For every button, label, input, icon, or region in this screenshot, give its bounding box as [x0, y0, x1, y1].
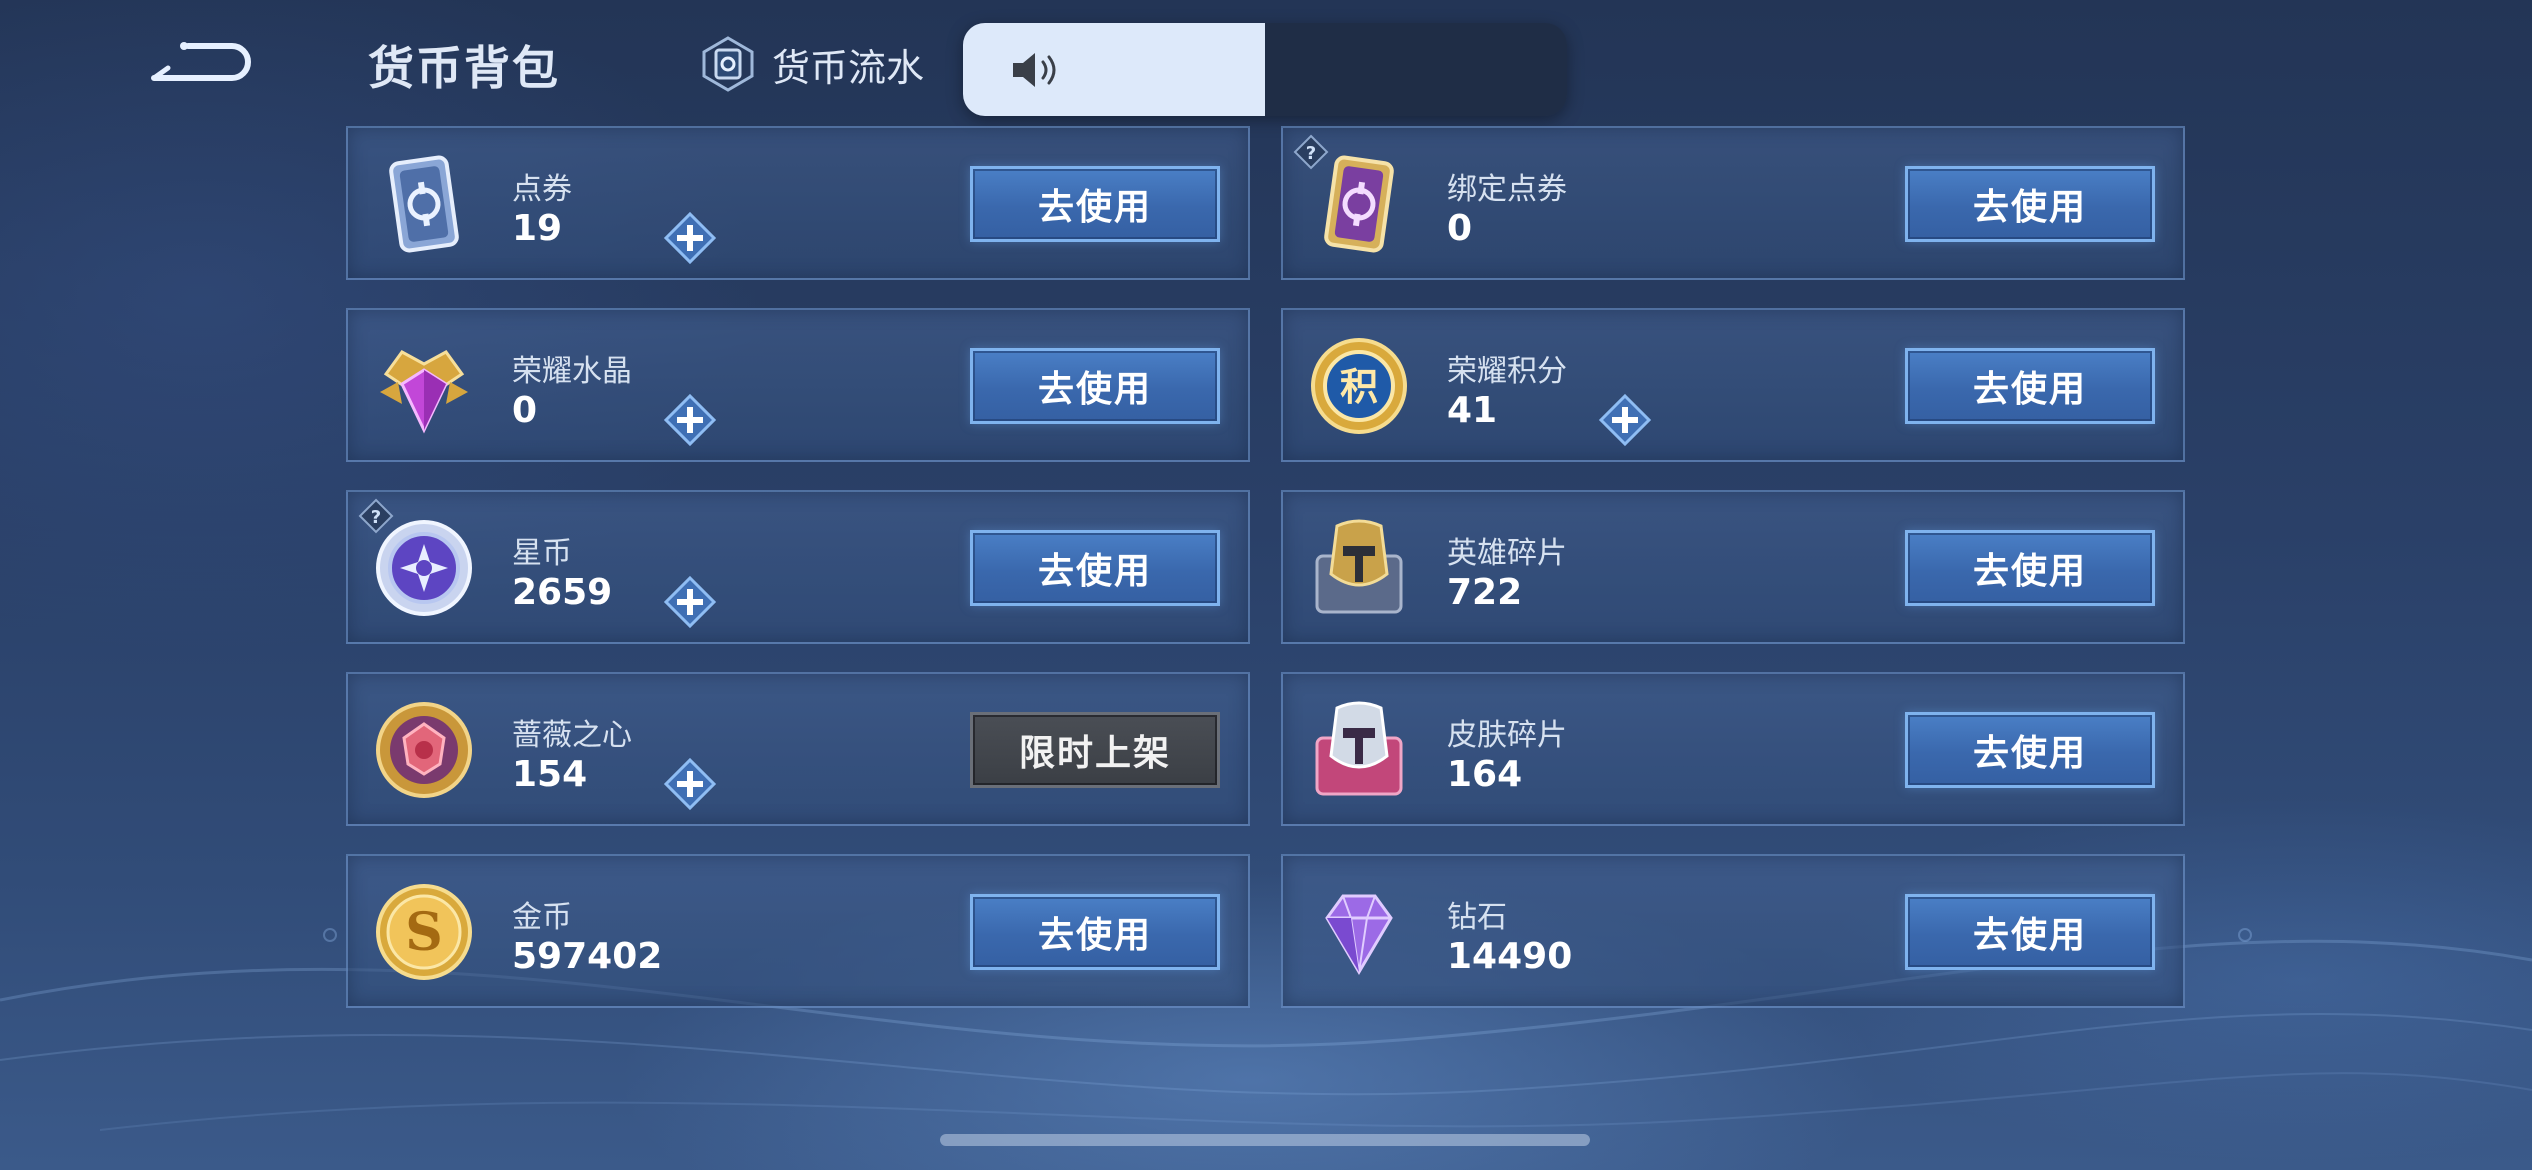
currency-grid: 点券 19 去使用? 绑定点券 0 去使用 荣耀水晶 0 去使用积荣耀积分 41 去使用? 星币 265… — [346, 126, 2186, 1011]
svg-text:积: 积 — [1340, 365, 1378, 409]
speaker-icon — [1013, 52, 1056, 87]
currency-amount: 722 — [1447, 572, 1523, 613]
points-coin-icon: 积 — [1307, 334, 1411, 438]
gold-coin-icon: S — [372, 880, 476, 984]
currency-name: 金币 — [512, 900, 572, 935]
currency-card-diamond: 钻石 14490 去使用 — [1281, 854, 2185, 1008]
currency-amount: 14490 — [1447, 936, 1573, 977]
currency-amount: 597402 — [512, 936, 663, 977]
currency-card-skin-shards: 皮肤碎片 164 去使用 — [1281, 672, 2185, 826]
use-skin-shards-button[interactable]: 去使用 — [1905, 712, 2155, 788]
use-dianquan-button[interactable]: 去使用 — [970, 166, 1220, 242]
use-gold-button[interactable]: 去使用 — [970, 894, 1220, 970]
currency-card-hero-shards: 英雄碎片 722 去使用 — [1281, 490, 2185, 644]
add-rose-heart-button[interactable] — [662, 756, 718, 812]
currency-name: 蔷薇之心 — [512, 718, 632, 753]
currency-name: 荣耀积分 — [1447, 354, 1567, 389]
crystal-icon — [372, 334, 476, 438]
add-glory-crystal-button[interactable] — [662, 392, 718, 448]
currency-amount: 41 — [1447, 390, 1498, 431]
rose-icon — [372, 698, 476, 802]
svg-text:S: S — [405, 902, 443, 963]
currency-flow-link[interactable]: 货币流水 — [700, 34, 924, 94]
currency-name: 英雄碎片 — [1447, 536, 1567, 571]
add-glory-points-button[interactable] — [1597, 392, 1653, 448]
volume-level-fill — [963, 23, 1265, 116]
limited-listing-button: 限时上架 — [970, 712, 1220, 788]
use-hero-shards-button[interactable]: 去使用 — [1905, 530, 2155, 606]
use-bound-dianquan-button[interactable]: 去使用 — [1905, 166, 2155, 242]
ticket-purple-icon — [1307, 152, 1411, 256]
currency-name: 星币 — [512, 536, 572, 571]
currency-name: 皮肤碎片 — [1447, 718, 1567, 753]
currency-amount: 0 — [1447, 208, 1473, 249]
use-star-coin-button[interactable]: 去使用 — [970, 530, 1220, 606]
skin-shard-icon — [1307, 698, 1411, 802]
currency-card-rose-heart: 蔷薇之心 154 限时上架 — [346, 672, 1250, 826]
flow-ticket-icon — [702, 36, 754, 92]
back-button[interactable] — [148, 36, 256, 92]
volume-indicator — [963, 23, 1567, 116]
currency-name: 荣耀水晶 — [512, 354, 632, 389]
currency-amount: 164 — [1447, 754, 1523, 795]
currency-name: 点券 — [512, 172, 572, 207]
currency-card-gold: S 金币 597402 去使用 — [346, 854, 1250, 1008]
hero-shard-icon — [1307, 516, 1411, 620]
diamond-icon — [1307, 880, 1411, 984]
currency-card-dianquan: 点券 19 去使用 — [346, 126, 1250, 280]
add-star-coin-button[interactable] — [662, 574, 718, 630]
currency-name: 绑定点券 — [1447, 172, 1567, 207]
home-indicator[interactable] — [940, 1134, 1590, 1146]
currency-card-bound-dianquan: ? 绑定点券 0 去使用 — [1281, 126, 2185, 280]
currency-card-glory-crystal: 荣耀水晶 0 去使用 — [346, 308, 1250, 462]
currency-card-star-coin: ? 星币 2659 去使用 — [346, 490, 1250, 644]
currency-amount: 154 — [512, 754, 588, 795]
page-title: 货币背包 — [368, 41, 560, 95]
use-glory-crystal-button[interactable]: 去使用 — [970, 348, 1220, 424]
flow-label: 货币流水 — [772, 45, 925, 90]
back-arrow-icon — [151, 42, 251, 81]
volume-level-rest — [1265, 23, 1567, 116]
currency-card-glory-points: 积 荣耀积分 41 去使用 — [1281, 308, 2185, 462]
add-dianquan-button[interactable] — [662, 210, 718, 266]
currency-name: 钻石 — [1447, 900, 1507, 935]
currency-amount: 19 — [512, 208, 563, 249]
currency-amount: 0 — [512, 390, 538, 431]
currency-amount: 2659 — [512, 572, 613, 613]
star-coin-icon — [372, 516, 476, 620]
use-glory-points-button[interactable]: 去使用 — [1905, 348, 2155, 424]
ticket-blue-icon — [372, 152, 476, 256]
use-diamond-button[interactable]: 去使用 — [1905, 894, 2155, 970]
